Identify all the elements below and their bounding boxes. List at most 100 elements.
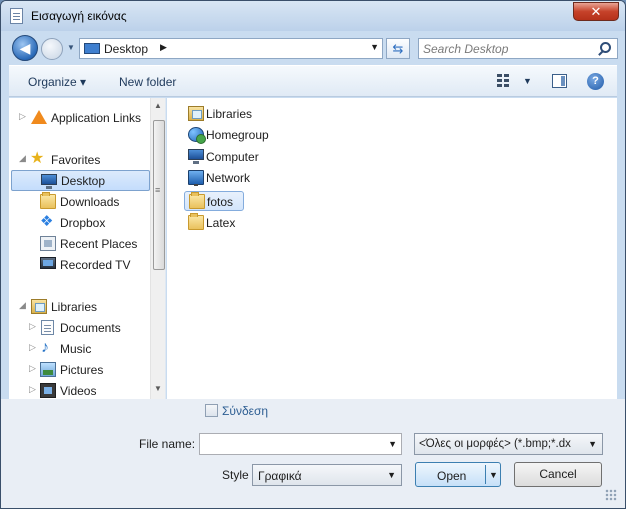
nav-item-recent-places[interactable]: Recent Places xyxy=(9,233,150,254)
desktop-icon xyxy=(41,174,57,189)
nav-item-application-links[interactable]: ▷ Application Links xyxy=(9,107,150,128)
list-item-fotos[interactable]: fotos xyxy=(184,191,244,211)
star-icon: ★ xyxy=(30,150,45,167)
nav-item-recorded-tv[interactable]: Recorded TV xyxy=(9,254,150,275)
nav-item-music[interactable]: ▷ ♪ Music xyxy=(9,338,150,359)
nav-label: Favorites xyxy=(51,153,101,167)
address-bar[interactable]: Desktop ▶ ▼ xyxy=(79,38,383,59)
chevron-down-icon[interactable]: ▼ xyxy=(489,470,498,480)
window-title: Εισαγωγή εικόνας xyxy=(31,9,127,23)
desktop-icon xyxy=(84,43,100,54)
folder-icon xyxy=(188,213,204,230)
organize-button[interactable]: Organize ▾ xyxy=(28,75,86,89)
split-divider xyxy=(485,465,486,484)
computer-icon xyxy=(188,149,204,164)
nav-label: Application Links xyxy=(51,111,142,125)
style-select[interactable]: Γραφικά ▼ xyxy=(252,464,402,486)
address-location[interactable]: Desktop xyxy=(104,42,148,56)
expand-icon[interactable]: ▷ xyxy=(29,384,36,395)
nav-item-videos[interactable]: ▷ Videos xyxy=(9,380,150,399)
file-name-input[interactable] xyxy=(203,437,373,452)
nav-label: Downloads xyxy=(60,195,120,209)
folder-icon xyxy=(189,192,205,209)
address-row: ◀ ▼ Desktop ▶ ▼ ⇆ xyxy=(1,31,625,65)
network-icon xyxy=(188,170,204,186)
refresh-button[interactable]: ⇆ xyxy=(386,38,410,59)
views-icon[interactable] xyxy=(497,74,511,87)
list-item-network[interactable]: Network xyxy=(184,168,274,188)
item-label: Computer xyxy=(206,150,259,164)
item-label: Libraries xyxy=(206,107,253,121)
nav-scrollbar[interactable]: ▲ ▼ xyxy=(150,98,165,399)
chevron-down-icon[interactable]: ▼ xyxy=(388,439,397,449)
scroll-down-icon[interactable]: ▼ xyxy=(154,384,162,393)
expand-icon[interactable]: ▷ xyxy=(29,363,36,374)
close-button[interactable]: ✕ xyxy=(573,2,619,21)
dialog-footer: Σύνδεση File name: ▼ <Όλες οι μορφές> (*… xyxy=(1,399,625,508)
list-item-libraries[interactable]: Libraries xyxy=(184,104,274,124)
style-value: Γραφικά xyxy=(258,469,302,483)
scroll-up-icon[interactable]: ▲ xyxy=(154,101,162,110)
collapse-icon[interactable]: ◢ xyxy=(19,153,26,164)
nav-item-pictures[interactable]: ▷ Pictures xyxy=(9,359,150,380)
file-name-combobox[interactable]: ▼ xyxy=(199,433,402,455)
item-label: Homegroup xyxy=(206,128,269,142)
sync-checkbox[interactable] xyxy=(205,404,218,417)
nav-label: Documents xyxy=(60,321,121,335)
back-button[interactable]: ◀ xyxy=(12,35,38,61)
chevron-down-icon[interactable]: ▼ xyxy=(370,42,379,52)
collapse-icon[interactable]: ◢ xyxy=(19,300,26,311)
sync-label[interactable]: Σύνδεση xyxy=(222,404,268,418)
nav-item-dropbox[interactable]: ❖ Dropbox xyxy=(9,212,150,233)
preview-pane-icon[interactable] xyxy=(552,74,567,88)
nav-label: Music xyxy=(60,342,92,356)
nav-label: Dropbox xyxy=(60,216,106,230)
list-item-homegroup[interactable]: Homegroup xyxy=(184,125,284,145)
resize-grip[interactable] xyxy=(605,489,617,501)
title-bar: Εισαγωγή εικόνας ✕ xyxy=(1,1,625,31)
help-icon[interactable]: ? xyxy=(587,73,604,90)
nav-item-favorites[interactable]: ◢ ★ Favorites xyxy=(9,149,150,170)
item-label: Network xyxy=(206,171,251,185)
search-icon[interactable] xyxy=(600,42,611,53)
navigation-pane: ▷ Application Links ◢ ★ Favorites Deskto… xyxy=(9,98,166,399)
application-links-icon xyxy=(31,110,47,124)
nav-item-libraries[interactable]: ◢ Libraries xyxy=(9,296,150,317)
expand-icon[interactable]: ▷ xyxy=(19,111,26,122)
downloads-icon xyxy=(40,192,56,209)
list-item-latex[interactable]: Latex xyxy=(184,213,244,233)
open-button[interactable]: Open ▼ xyxy=(415,462,501,487)
search-box[interactable] xyxy=(418,38,618,59)
list-item-computer[interactable]: Computer xyxy=(184,147,284,167)
nav-item-documents[interactable]: ▷ Documents xyxy=(9,317,150,338)
expand-icon[interactable]: ▷ xyxy=(29,321,36,332)
history-dropdown-icon[interactable]: ▼ xyxy=(67,43,75,52)
nav-label: Libraries xyxy=(51,300,98,314)
open-label: Open xyxy=(437,469,467,483)
documents-icon xyxy=(41,320,54,335)
document-icon xyxy=(10,8,23,24)
views-dropdown-icon[interactable]: ▼ xyxy=(523,76,532,86)
file-type-value: <Όλες οι μορφές> (*.bmp;*.dx xyxy=(419,438,571,450)
forward-button[interactable] xyxy=(41,38,63,60)
recent-places-icon xyxy=(40,236,56,251)
nav-label: Desktop xyxy=(61,174,106,188)
homegroup-icon xyxy=(188,127,206,144)
scroll-thumb[interactable] xyxy=(153,120,165,270)
search-input[interactable] xyxy=(423,41,595,57)
nav-label: Videos xyxy=(60,384,97,398)
chevron-down-icon[interactable]: ▼ xyxy=(588,439,597,449)
cancel-button[interactable]: Cancel xyxy=(514,462,602,487)
file-dialog-window: Εισαγωγή εικόνας ✕ ◀ ▼ Desktop ▶ ▼ ⇆ Org… xyxy=(0,0,626,509)
new-folder-button[interactable]: New folder xyxy=(119,75,176,89)
nav-item-desktop[interactable]: Desktop xyxy=(11,170,150,191)
expand-icon[interactable]: ▷ xyxy=(29,342,36,353)
file-type-select[interactable]: <Όλες οι μορφές> (*.bmp;*.dx ▼ xyxy=(414,433,603,455)
chevron-down-icon[interactable]: ▼ xyxy=(387,470,396,480)
pictures-icon xyxy=(40,362,56,377)
videos-icon xyxy=(40,383,56,398)
item-label: fotos xyxy=(207,195,234,209)
chevron-right-icon[interactable]: ▶ xyxy=(160,42,167,53)
nav-item-downloads[interactable]: Downloads xyxy=(9,191,150,212)
nav-label: Pictures xyxy=(60,363,104,377)
